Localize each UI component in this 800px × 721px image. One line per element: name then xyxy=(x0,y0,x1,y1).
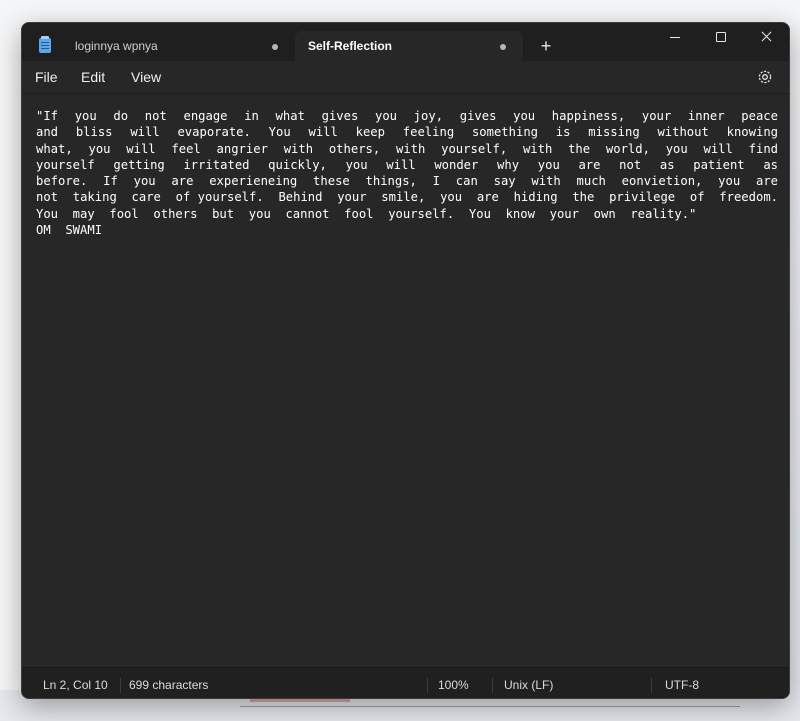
text-editor[interactable]: "If you do not engage in what gives you … xyxy=(22,94,789,667)
close-icon xyxy=(762,31,772,41)
new-tab-button[interactable]: + xyxy=(535,35,557,57)
unsaved-dot-icon[interactable] xyxy=(500,44,506,50)
cursor-position: Ln 2, Col 10 xyxy=(43,678,108,692)
close-button[interactable] xyxy=(744,23,789,53)
notepad-window: loginnya wpnya Self-Reflection + File Ed… xyxy=(21,22,790,699)
maximize-icon xyxy=(716,32,726,42)
maximize-button[interactable] xyxy=(698,23,744,53)
encoding[interactable]: UTF-8 xyxy=(665,668,699,698)
tab-label: loginnya wpnya xyxy=(75,39,158,53)
status-divider xyxy=(427,678,428,693)
tab-self-reflection[interactable]: Self-Reflection xyxy=(295,31,523,61)
status-divider xyxy=(120,678,121,693)
status-divider xyxy=(651,678,652,693)
status-bar: Ln 2, Col 10 699 characters 100% Unix (L… xyxy=(22,667,789,698)
character-count: 699 characters xyxy=(129,678,209,692)
menu-bar: File Edit View xyxy=(22,61,789,94)
menu-edit[interactable]: Edit xyxy=(81,61,105,93)
status-divider xyxy=(492,678,493,693)
title-bar[interactable]: loginnya wpnya Self-Reflection + xyxy=(22,23,789,61)
tab-loginnya-wpnya[interactable]: loginnya wpnya xyxy=(62,31,292,61)
minimize-icon xyxy=(670,37,680,38)
gear-icon xyxy=(758,70,772,84)
line-ending[interactable]: Unix (LF) xyxy=(504,668,553,698)
minimize-button[interactable] xyxy=(652,23,698,53)
menu-view[interactable]: View xyxy=(131,61,161,93)
background-window-edge xyxy=(0,30,23,690)
settings-button[interactable] xyxy=(756,68,774,86)
document-content[interactable]: "If you do not engage in what gives you … xyxy=(36,108,778,238)
unsaved-dot-icon[interactable] xyxy=(272,44,278,50)
menu-file[interactable]: File xyxy=(35,61,58,93)
zoom-level[interactable]: 100% xyxy=(438,668,469,698)
tab-label: Self-Reflection xyxy=(308,39,393,53)
notepad-app-icon xyxy=(39,36,51,53)
